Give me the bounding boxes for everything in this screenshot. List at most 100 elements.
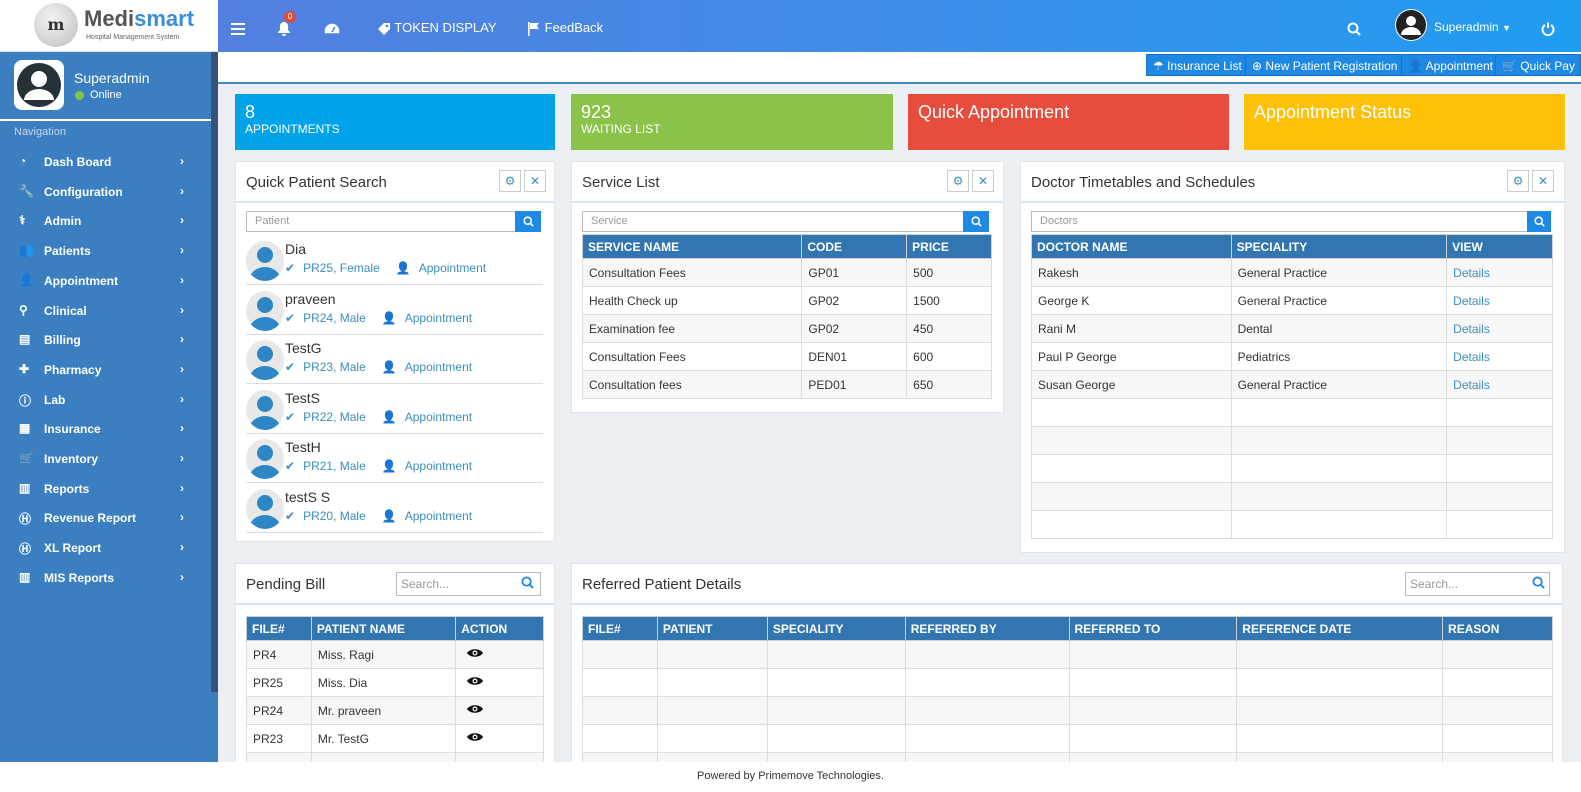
pending-bill-table: FILE# PATIENT NAME ACTION PR4 Miss. Ragi PR2…: [246, 616, 544, 762]
service-search-input[interactable]: Service: [582, 211, 964, 232]
sidebar-item-mis-reports[interactable]: ▥ MIS Reports ›: [0, 564, 211, 592]
waiting-list-tile[interactable]: 923 WAITING LIST: [571, 94, 893, 150]
sidebar-toggle-icon[interactable]: [231, 0, 245, 52]
search-icon[interactable]: [963, 211, 989, 232]
app-logo[interactable]: m Medismart Hospital Management System: [0, 0, 218, 52]
feedback-link[interactable]: FeedBack: [528, 0, 603, 52]
search-icon[interactable]: [521, 576, 534, 592]
sidebar-item-inventory[interactable]: 🛒 Inventory ›: [0, 445, 211, 473]
close-icon[interactable]: ✕: [972, 170, 994, 192]
eye-icon[interactable]: [462, 648, 484, 662]
patient-list-item[interactable]: testS S ✔ PR20, Male 👤 Appointment: [246, 485, 543, 533]
gear-icon[interactable]: ⚙: [499, 170, 521, 192]
patient-appointment-link[interactable]: 👤 Appointment: [382, 509, 480, 523]
details-link[interactable]: Details: [1446, 286, 1553, 315]
empty-table-row: [1031, 482, 1553, 511]
patient-appointment-link[interactable]: 👤 Appointment: [382, 311, 480, 325]
sidebar-item-reports[interactable]: ▥ Reports ›: [0, 475, 211, 503]
table-row[interactable]: Consultation fees PED01 650: [581, 370, 992, 399]
token-display-link[interactable]: TOKEN DISPLAY: [377, 0, 497, 52]
gear-icon[interactable]: ⚙: [1507, 170, 1529, 192]
table-row[interactable]: Health Check up GP02 1500: [581, 286, 992, 315]
sidebar-item-label: Dash Board: [44, 155, 112, 169]
table-row: PR23 Mr. TestG: [246, 724, 544, 753]
patient-name[interactable]: TestH: [285, 439, 321, 455]
money-icon: ▤: [19, 332, 31, 347]
users-icon: 👥: [19, 243, 34, 258]
patient-avatar: [246, 241, 284, 281]
eye-icon[interactable]: [462, 676, 484, 690]
patient-list-item[interactable]: praveen ✔ PR24, Male 👤 Appointment: [246, 287, 543, 335]
patient-name[interactable]: praveen: [285, 291, 336, 307]
sidebar-item-clinical[interactable]: ⚲ Clinical ›: [0, 297, 211, 325]
eye-icon[interactable]: [462, 732, 484, 746]
patient-list-item[interactable]: TestH ✔ PR21, Male 👤 Appointment: [246, 435, 543, 484]
close-icon[interactable]: ✕: [1532, 170, 1554, 192]
quick-appointment-tile[interactable]: Quick Appointment: [908, 94, 1229, 150]
action-cell: [455, 668, 544, 697]
sidebar-item-insurance[interactable]: ▦ Insurance ›: [0, 415, 211, 443]
speedometer-icon[interactable]: [323, 0, 341, 52]
sidebar-item-xl-report[interactable]: Ⓗ XL Report ›: [0, 534, 211, 562]
patient-name[interactable]: Dia: [285, 241, 306, 257]
patient-search-input[interactable]: Patient: [246, 211, 516, 232]
appointment-button[interactable]: 👤 Appointment: [1401, 54, 1501, 76]
table-row[interactable]: Consultation Fees DEN01 600: [581, 342, 992, 371]
referred-search-input[interactable]: Search...: [1405, 572, 1550, 596]
details-link[interactable]: Details: [1446, 342, 1553, 371]
user-menu[interactable]: Superadmin ▼: [1434, 0, 1511, 52]
power-icon[interactable]: [1541, 0, 1555, 52]
sidebar-item-lab[interactable]: ⓘ Lab ›: [0, 386, 211, 414]
sidebar-item-patients[interactable]: 👥 Patients ›: [0, 237, 211, 265]
close-icon[interactable]: ✕: [524, 170, 546, 192]
quick-pay-button[interactable]: 🛒 Quick Pay: [1495, 54, 1581, 76]
sidebar-scrollbar[interactable]: [211, 52, 218, 692]
appointment-label: Appointment: [1425, 59, 1494, 73]
insurance-list-button[interactable]: ☂ Insurance List: [1146, 54, 1249, 76]
empty-cell: [1230, 482, 1448, 511]
sidebar-item-pharmacy[interactable]: ✚ Pharmacy ›: [0, 356, 211, 384]
search-icon[interactable]: [1527, 211, 1551, 232]
details-link[interactable]: Details: [1446, 314, 1553, 343]
details-link[interactable]: Details: [1446, 370, 1553, 399]
sidebar-item-billing[interactable]: ▤ Billing ›: [0, 326, 211, 354]
new-patient-registration-button[interactable]: ⊕ New Patient Registration: [1245, 54, 1405, 76]
doctor-search-input[interactable]: Doctors: [1031, 211, 1528, 232]
sidebar-item-label: Inventory: [44, 452, 99, 466]
patient-list-item[interactable]: TestG ✔ PR23, Male 👤 Appointment: [246, 336, 543, 385]
patient-list-item[interactable]: TestS ✔ PR22, Male 👤 Appointment: [246, 386, 543, 434]
empty-cell: [1031, 454, 1232, 483]
pending-bill-search-input[interactable]: Search...: [396, 572, 541, 596]
patient-appointment-link[interactable]: 👤 Appointment: [382, 459, 480, 473]
referred-table: FILE# PATIENT SPECIALITY REFERRED BY REFERRE…: [582, 616, 1553, 762]
eye-icon[interactable]: [462, 704, 484, 718]
sidebar-item-dash-board[interactable]: ◔ Dash Board ›: [0, 148, 211, 176]
patient-name[interactable]: TestS: [285, 390, 320, 406]
patient-meta: ✔ PR25, Female 👤 Appointment: [285, 261, 502, 275]
patient-appointment-link[interactable]: 👤 Appointment: [382, 410, 480, 424]
search-icon[interactable]: [515, 211, 541, 232]
sidebar-item-admin[interactable]: ⚕ Admin ›: [0, 207, 211, 235]
patient-list-item[interactable]: Dia ✔ PR25, Female 👤 Appointment: [246, 237, 543, 285]
table-row: Paul P George Pediatrics Details: [1031, 342, 1553, 371]
patient-name[interactable]: TestG: [285, 340, 322, 356]
table-row[interactable]: Examination fee GP02 450: [581, 314, 992, 343]
sidebar-item-label: Configuration: [44, 184, 123, 199]
patient-appointment-link[interactable]: 👤 Appointment: [382, 360, 480, 374]
gear-icon[interactable]: ⚙: [947, 170, 969, 192]
table-row[interactable]: Consultation Fees GP01 500: [581, 258, 992, 287]
appointments-tile[interactable]: 8 APPOINTMENTS: [235, 94, 555, 150]
user-avatar[interactable]: [1395, 9, 1427, 41]
bell-icon[interactable]: [276, 0, 292, 52]
sidebar-item-appointment[interactable]: 👤 Appointment ›: [0, 267, 211, 295]
patient-appointment-link[interactable]: 👤 Appointment: [396, 261, 494, 275]
appointment-status-tile[interactable]: Appointment Status: [1244, 94, 1565, 150]
flag-icon: [528, 21, 539, 36]
search-icon[interactable]: [1532, 576, 1545, 592]
file-number: PR25: [246, 668, 312, 697]
patient-name[interactable]: testS S: [285, 489, 330, 505]
details-link[interactable]: Details: [1446, 258, 1553, 287]
sidebar-item-revenue-report[interactable]: Ⓗ Revenue Report ›: [0, 504, 211, 532]
search-icon[interactable]: [1347, 0, 1361, 52]
sidebar-item-configuration[interactable]: 🔧 Configuration ›: [0, 178, 211, 206]
